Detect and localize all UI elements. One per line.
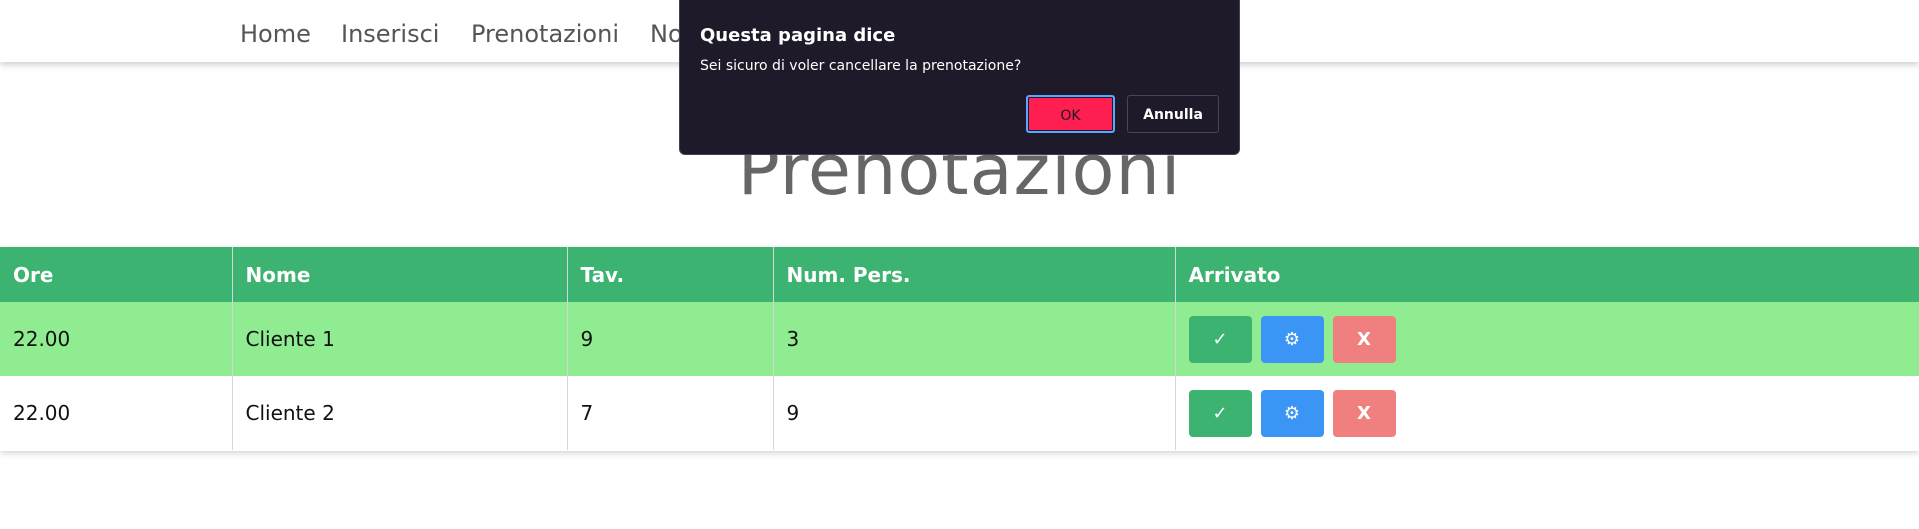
table-row: 22.00 Cliente 1 9 3 ✓ ⚙ X [0,302,1919,376]
header-ore: Ore [0,247,233,302]
nav-link-partial[interactable]: No [650,20,683,48]
close-icon: X [1357,328,1371,350]
cell-actions: ✓ ⚙ X [1175,376,1919,450]
header-arrivato: Arrivato [1175,247,1919,302]
cell-num-persone: 3 [773,302,1176,376]
nav-link-home[interactable]: Home [240,20,311,48]
header-nome: Nome [232,247,568,302]
dialog-title: Questa pagina dice [700,25,896,46]
check-icon: ✓ [1212,402,1228,424]
table-row: 22.00 Cliente 2 7 9 ✓ ⚙ X [0,376,1919,450]
cell-nome: Cliente 1 [232,302,568,376]
reservations-table: Ore Nome Tav. Num. Pers. Arrivato 22.00 … [0,247,1919,451]
header-tavolo: Tav. [567,247,774,302]
cell-ore: 22.00 [0,376,233,450]
cell-ore: 22.00 [0,302,233,376]
arrived-button[interactable]: ✓ [1188,389,1252,437]
confirm-dialog: Questa pagina dice Sei sicuro di voler c… [679,0,1240,155]
delete-button[interactable]: X [1332,389,1396,437]
arrived-button[interactable]: ✓ [1188,315,1252,363]
cell-actions: ✓ ⚙ X [1175,302,1919,376]
cell-tavolo: 7 [567,376,774,450]
nav-link-inserisci[interactable]: Inserisci [341,20,439,48]
edit-button[interactable]: ⚙ [1260,315,1324,363]
dialog-message: Sei sicuro di voler cancellare la prenot… [700,58,1022,74]
nav-link-prenotazioni[interactable]: Prenotazioni [471,20,619,48]
gear-icon: ⚙ [1283,402,1301,424]
delete-button[interactable]: X [1332,315,1396,363]
cell-tavolo: 9 [567,302,774,376]
cell-num-persone: 9 [773,376,1176,450]
table-header-row: Ore Nome Tav. Num. Pers. Arrivato [0,247,1919,302]
cell-nome: Cliente 2 [232,376,568,450]
header-num-persone: Num. Pers. [773,247,1176,302]
edit-button[interactable]: ⚙ [1260,389,1324,437]
check-icon: ✓ [1212,328,1228,350]
dialog-cancel-button[interactable]: Annulla [1127,95,1219,133]
dialog-ok-button[interactable]: OK [1026,95,1115,133]
close-icon: X [1357,402,1371,424]
gear-icon: ⚙ [1283,328,1301,350]
